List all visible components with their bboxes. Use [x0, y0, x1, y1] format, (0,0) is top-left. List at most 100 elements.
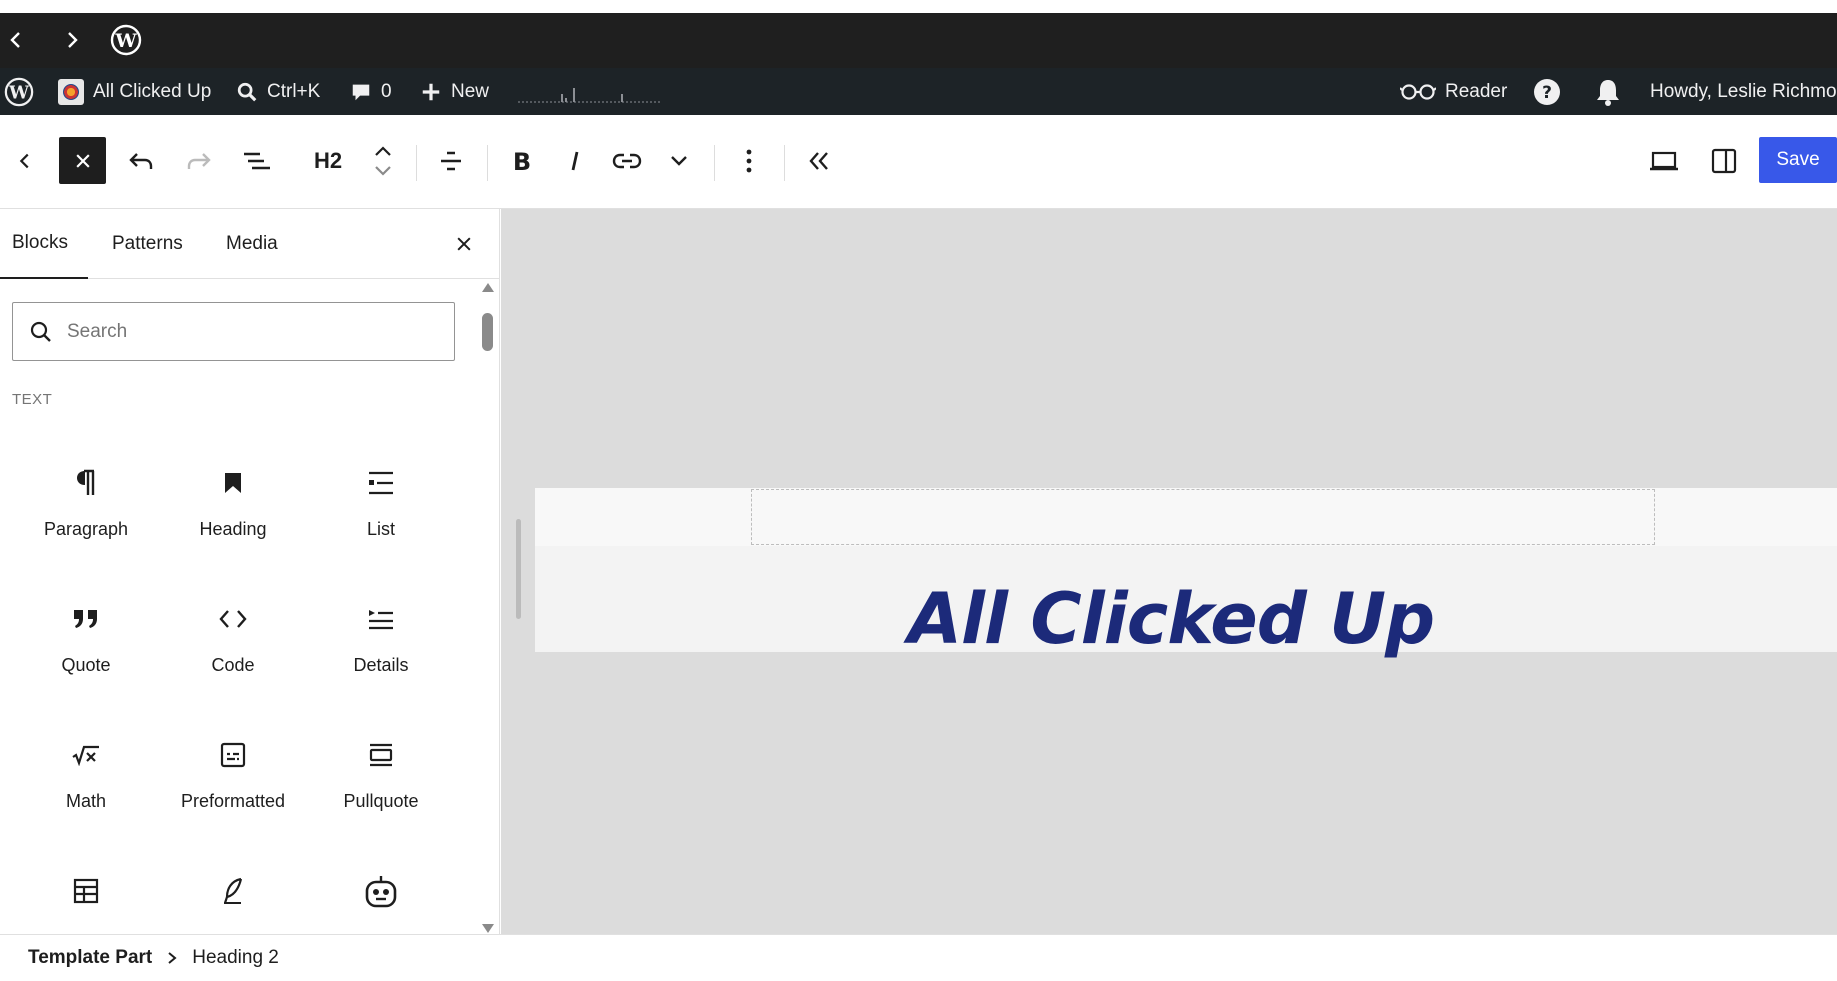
list-view-icon [242, 149, 272, 173]
align-button[interactable] [432, 137, 470, 185]
browser-bar: W [0, 0, 1837, 68]
toolbar-divider [487, 145, 488, 181]
heading-bookmark-icon [223, 463, 243, 503]
math-icon [71, 735, 101, 775]
inserter-scrollbar[interactable] [478, 283, 498, 933]
block-item-paragraph[interactable]: Paragraph [16, 455, 156, 565]
more-vertical-icon [746, 148, 752, 174]
italic-icon [565, 149, 585, 173]
more-formatting-button[interactable] [664, 137, 694, 185]
table-icon [72, 871, 100, 911]
block-item-code[interactable]: Code [163, 591, 303, 701]
wp-logo-icon[interactable]: W [4, 68, 34, 115]
chevron-down-icon [669, 154, 689, 168]
reader-link[interactable]: Reader [1400, 68, 1507, 115]
greeting-text: Howdy, Leslie Richmor [1650, 80, 1837, 102]
code-icon [218, 599, 248, 639]
block-label: Math [65, 791, 107, 811]
tab-patterns[interactable]: Patterns [112, 209, 183, 279]
list-icon [367, 463, 395, 503]
empty-block-placeholder[interactable] [751, 489, 1655, 545]
chevron-down-icon[interactable] [373, 165, 393, 177]
new-content-link[interactable]: New [420, 68, 489, 115]
forward-icon[interactable] [60, 28, 84, 52]
toolbar-divider [714, 145, 715, 181]
collapse-toolbar-button[interactable] [800, 137, 838, 185]
block-options-button[interactable] [734, 137, 764, 185]
block-item-math[interactable]: Math [16, 727, 156, 837]
scroll-thumb[interactable] [482, 313, 493, 351]
close-inserter-button[interactable] [59, 137, 106, 184]
paragraph-icon [74, 463, 98, 503]
account-greeting[interactable]: Howdy, Leslie Richmor [1650, 68, 1837, 115]
block-item-list[interactable]: List [311, 455, 451, 565]
scroll-down-arrow-icon[interactable] [482, 924, 494, 933]
search-shortcut: Ctrl+K [267, 80, 321, 102]
canvas-resize-handle[interactable] [516, 519, 521, 619]
block-item-preformatted[interactable]: Preformatted [163, 727, 303, 837]
block-label: Quote [61, 655, 111, 675]
reader-label: Reader [1445, 80, 1508, 102]
block-item-details[interactable]: Details [311, 591, 451, 701]
tab-strip [0, 0, 1837, 13]
admin-bar: W All Clicked Up Ctrl+K 0 New Reader ? H… [0, 68, 1837, 115]
editor-toolbar: H2 B Save [0, 115, 1837, 209]
back-button[interactable] [8, 137, 42, 185]
block-label: Preformatted [180, 791, 286, 811]
document-overview-button[interactable] [240, 137, 274, 185]
block-label: Details [353, 655, 409, 675]
save-button[interactable]: Save [1759, 137, 1837, 183]
settings-sidebar-button[interactable] [1706, 137, 1742, 185]
block-label: Paragraph [43, 519, 129, 539]
plus-icon [420, 81, 442, 103]
undo-icon [127, 149, 155, 173]
block-category-label: TEXT [12, 391, 53, 408]
search-input[interactable] [67, 320, 407, 343]
tab-media[interactable]: Media [226, 209, 278, 279]
back-icon[interactable] [4, 28, 28, 52]
help-icon[interactable]: ? [1533, 68, 1561, 115]
block-search-field[interactable] [12, 302, 455, 361]
align-center-icon [437, 147, 465, 175]
device-preview-button[interactable] [1646, 137, 1682, 185]
command-search[interactable]: Ctrl+K [236, 68, 320, 115]
template-part-frame[interactable]: All Clicked Up [535, 488, 1837, 660]
move-block-controls[interactable] [366, 137, 400, 185]
desktop-icon [1649, 150, 1679, 172]
breadcrumb-root[interactable]: Template Part [28, 947, 152, 969]
undo-button[interactable] [124, 137, 158, 185]
block-item-quote[interactable]: Quote [16, 591, 156, 701]
quote-icon [72, 599, 100, 639]
editor-canvas: All Clicked Up [501, 209, 1837, 934]
scroll-up-arrow-icon[interactable] [482, 283, 494, 292]
close-panel-icon[interactable] [452, 209, 476, 279]
block-item-heading[interactable]: Heading [163, 455, 303, 565]
comment-icon [350, 81, 372, 103]
comments-link[interactable]: 0 [350, 68, 392, 115]
notifications-bell-icon[interactable] [1595, 68, 1621, 115]
search-icon [236, 81, 258, 103]
block-inserter-panel: Blocks Patterns Media TEXT Paragraph Hea… [0, 209, 500, 934]
italic-button[interactable] [556, 137, 594, 185]
block-item-pullquote[interactable]: Pullquote [311, 727, 451, 837]
block-label: List [366, 519, 395, 539]
toolbar-divider [784, 145, 785, 181]
wordpress-logo-icon[interactable]: W [110, 24, 142, 56]
chevron-right-icon [166, 950, 178, 966]
link-button[interactable] [607, 137, 647, 185]
details-icon [367, 599, 395, 639]
bold-icon: B [511, 149, 533, 173]
stats-sparkline[interactable] [518, 68, 660, 115]
reader-glasses-icon [1400, 82, 1436, 102]
preformatted-icon [219, 735, 247, 775]
tab-blocks[interactable]: Blocks [0, 209, 88, 279]
bold-button[interactable]: B [503, 137, 541, 185]
chevron-up-icon[interactable] [373, 145, 393, 157]
block-label: Heading [199, 519, 267, 539]
site-title-heading[interactable]: All Clicked Up [535, 578, 1807, 660]
toolbar-divider [416, 145, 417, 181]
site-name-link[interactable]: All Clicked Up [58, 68, 211, 115]
search-icon [29, 320, 53, 344]
heading-level-button[interactable]: H2 [306, 137, 350, 185]
redo-button[interactable] [182, 137, 216, 185]
